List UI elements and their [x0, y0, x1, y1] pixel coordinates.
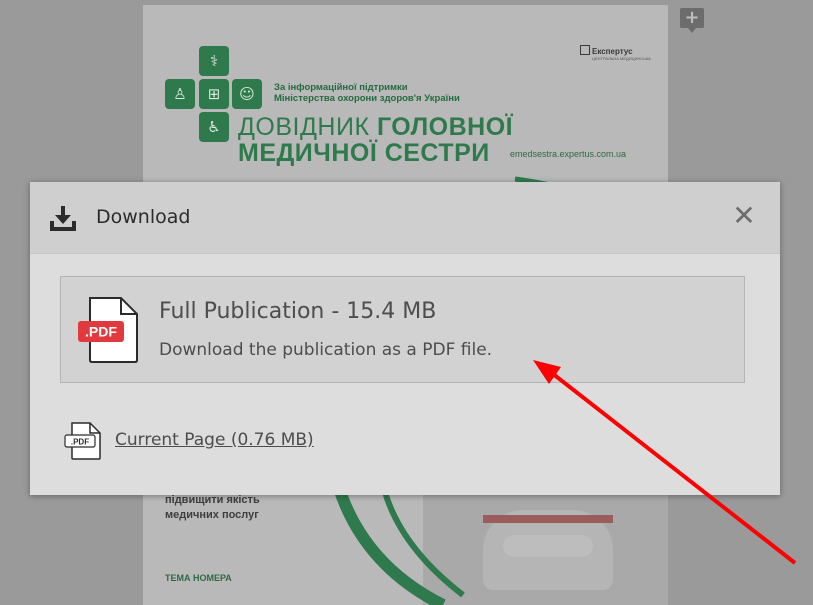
pdf-file-icon: .PDF	[64, 422, 101, 460]
dialog-title: Download	[96, 206, 191, 228]
download-dialog: Download ✕ .PDF Full Publication - 15.4 …	[30, 182, 780, 495]
full-publication-title: Full Publication - 15.4 MB	[159, 299, 437, 324]
close-icon[interactable]: ✕	[730, 202, 758, 230]
dialog-header: Download ✕	[30, 182, 780, 254]
full-publication-description: Download the publication as a PDF file.	[159, 340, 493, 360]
note-add-icon[interactable]: +	[680, 8, 704, 33]
pdf-badge-text: .PDF	[85, 324, 117, 340]
current-page-link[interactable]: Current Page (0.76 MB)	[115, 430, 314, 450]
download-tray-icon	[50, 206, 76, 231]
full-publication-button[interactable]: .PDF Full Publication - 15.4 MB Download…	[60, 276, 745, 383]
pdf-badge-text: .PDF	[71, 438, 89, 447]
pdf-file-icon: .PDF	[78, 297, 138, 363]
